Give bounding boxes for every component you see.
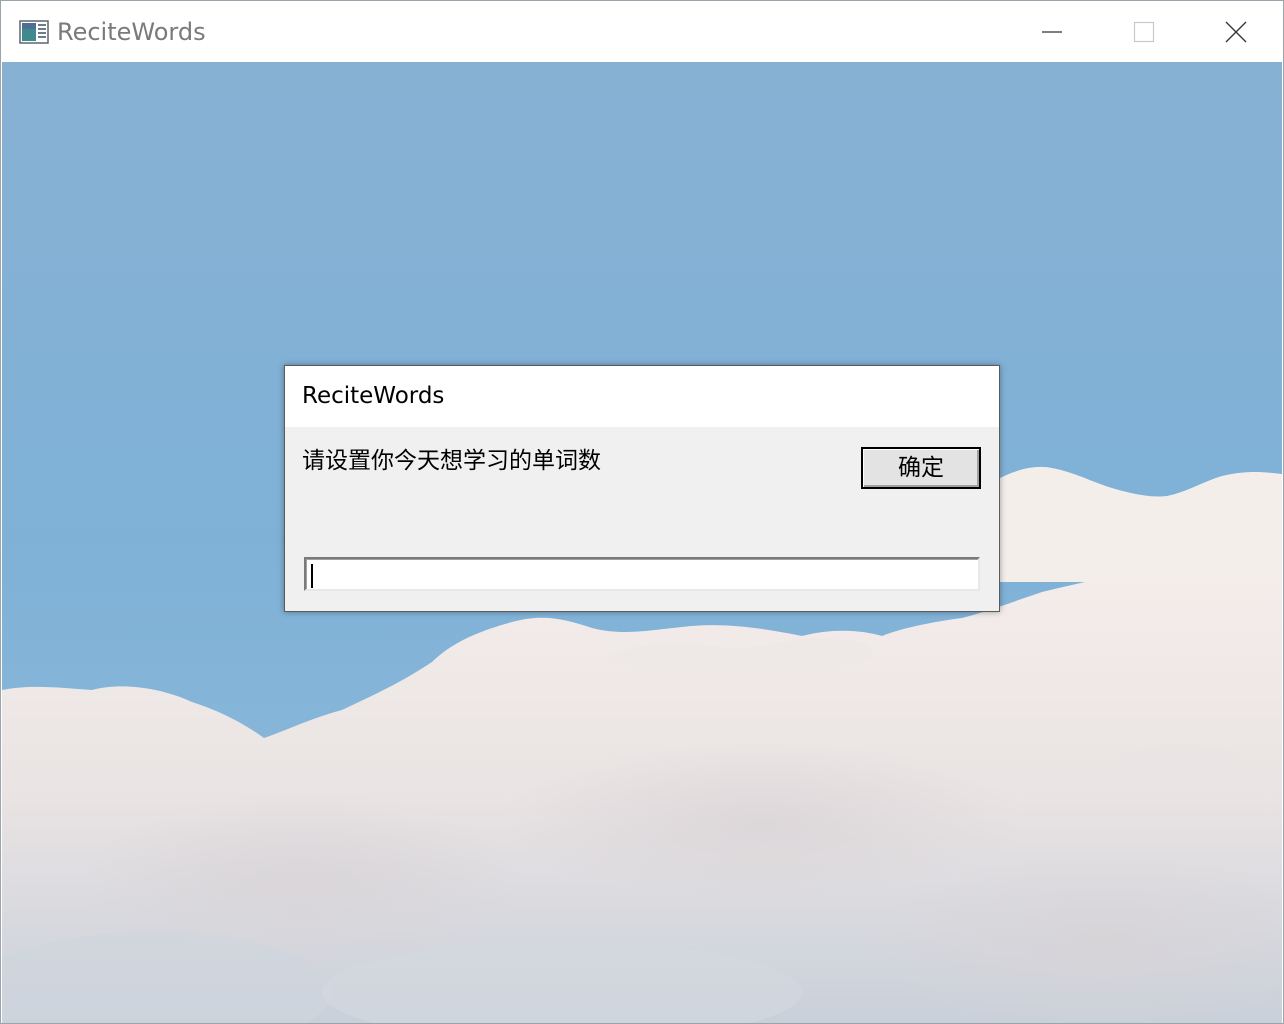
- dialog-titlebar[interactable]: ReciteWords: [285, 366, 999, 427]
- app-window-icon: [19, 20, 49, 44]
- client-area: ReciteWords 请设置你今天想学习的单词数 确定: [2, 62, 1282, 1023]
- maximize-button[interactable]: [1098, 2, 1190, 62]
- minimize-button[interactable]: [1006, 2, 1098, 62]
- app-window: ReciteWords ReciteWords 请设置你今天想学习的单词数 确定: [0, 0, 1284, 1024]
- dialog-title: ReciteWords: [302, 383, 445, 409]
- close-button[interactable]: [1190, 2, 1282, 62]
- close-icon: [1225, 21, 1247, 43]
- window-titlebar[interactable]: ReciteWords: [2, 2, 1282, 62]
- window-title: ReciteWords: [57, 18, 206, 46]
- text-caret: [311, 564, 313, 588]
- minimize-icon: [1042, 31, 1062, 33]
- word-count-input[interactable]: [304, 557, 980, 591]
- word-count-dialog: ReciteWords 请设置你今天想学习的单词数 确定: [284, 365, 1000, 612]
- maximize-icon: [1133, 21, 1155, 43]
- word-count-prompt: 请设置你今天想学习的单词数: [302, 448, 601, 474]
- ok-button[interactable]: 确定: [861, 447, 981, 489]
